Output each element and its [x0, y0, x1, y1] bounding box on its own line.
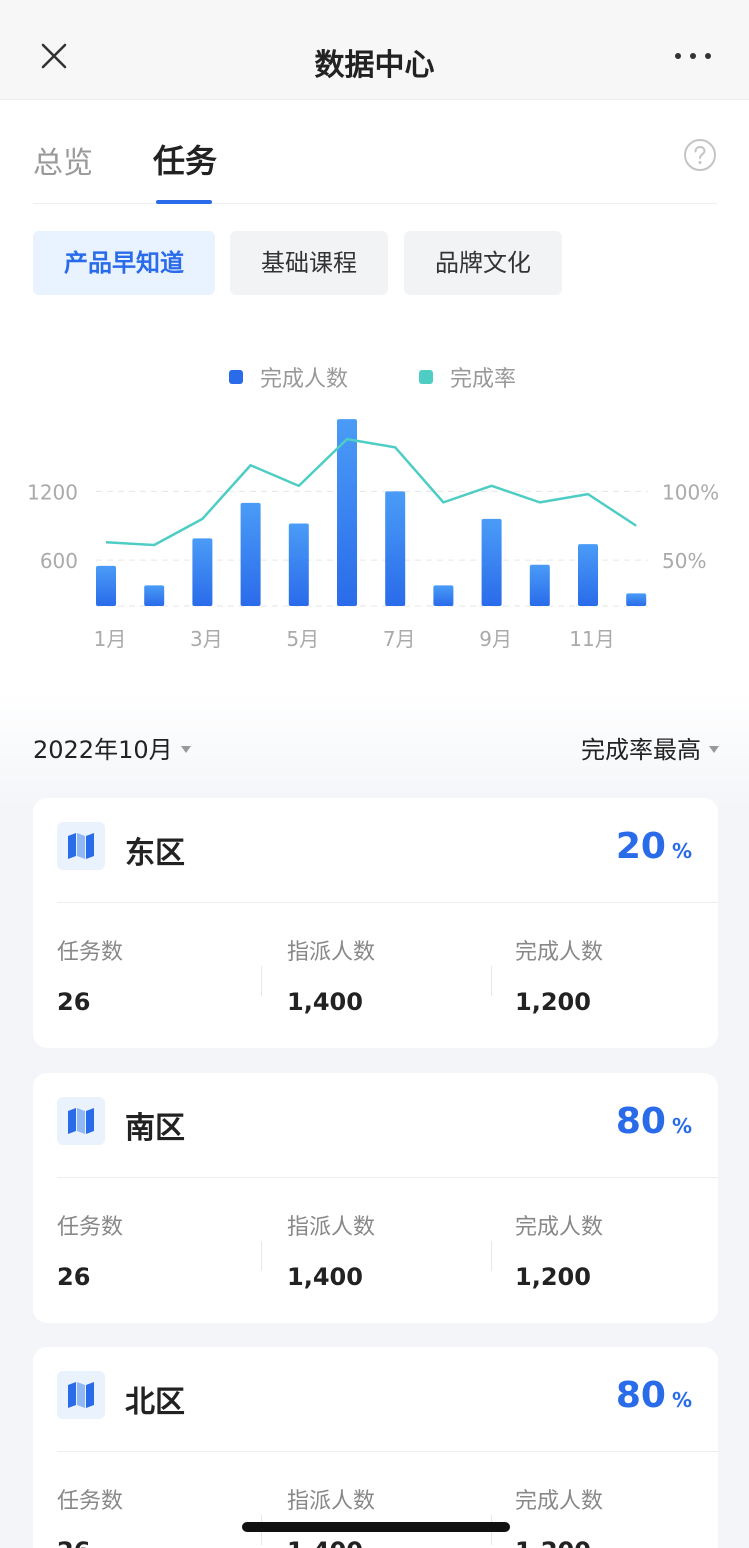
completion-rate: 80%	[616, 1375, 692, 1416]
bar	[240, 502, 261, 606]
stat-completed: 完成人数 1,200	[515, 1483, 603, 1548]
stat-label: 完成人数	[515, 1489, 604, 1514]
stat-completed: 完成人数 1,200	[515, 1209, 603, 1291]
bar	[578, 544, 598, 606]
divider	[491, 966, 492, 996]
bar	[192, 538, 213, 606]
stat-label: 指派人数	[287, 1215, 376, 1240]
bar	[288, 523, 309, 606]
page-title: 数据中心	[314, 48, 435, 83]
x-tick-label: 9月	[479, 627, 512, 651]
more-icon[interactable]	[673, 44, 713, 68]
stat-tasks: 任务数 26	[57, 934, 123, 1016]
stat-label: 指派人数	[287, 1489, 376, 1514]
stat-value: 1,400	[287, 1263, 363, 1291]
x-tick-label: 1月	[94, 627, 127, 651]
completion-rate: 80%	[616, 1101, 692, 1142]
legend-label-completed: 完成人数	[260, 367, 348, 392]
stat-value: 1,400	[287, 1537, 375, 1548]
stat-value: 1,200	[515, 1537, 603, 1548]
divider	[57, 1177, 718, 1178]
caret-down-icon	[180, 745, 191, 753]
stat-completed: 完成人数 1,200	[515, 934, 603, 1016]
x-tick-label: 11月	[569, 627, 614, 651]
rate-unit: %	[671, 839, 692, 863]
legend-swatch-rate	[419, 370, 433, 384]
divider	[491, 1241, 492, 1271]
map-icon	[57, 1097, 105, 1145]
y-tick-label-left: 600	[40, 549, 78, 573]
stat-tasks: 任务数 26	[57, 1483, 123, 1548]
bar	[144, 585, 165, 606]
y-tick-label-left: 1200	[27, 480, 78, 504]
stat-label: 任务数	[57, 1489, 124, 1514]
bar	[529, 564, 550, 606]
rate-value: 20	[615, 826, 666, 867]
y-tick-label-right: 100%	[662, 480, 719, 504]
legend-label-rate: 完成率	[450, 367, 516, 392]
caret-down-icon	[709, 745, 719, 753]
stat-label: 任务数	[57, 940, 124, 965]
rate-line	[105, 437, 637, 547]
tab-overview[interactable]: 总览	[33, 138, 93, 182]
x-tick-label: 3月	[190, 627, 223, 651]
nav-bar: 数据中心	[0, 0, 749, 100]
region-name: 东区	[125, 836, 185, 871]
divider	[57, 1451, 718, 1452]
x-tick-label: 5月	[286, 627, 319, 651]
y-tick-label-right: 50%	[662, 549, 706, 573]
stat-tasks: 任务数 26	[57, 1209, 123, 1291]
stat-value: 1,400	[287, 988, 363, 1016]
region-card[interactable]: 东区 20% 任务数 26 指派人数 1,400 完成人数 1,200	[33, 798, 718, 1048]
chip-basic-course[interactable]: 基础课程	[230, 231, 388, 295]
region-name: 南区	[125, 1111, 185, 1146]
stat-label: 完成人数	[515, 940, 604, 965]
rate-value: 80	[615, 1101, 666, 1142]
region-card[interactable]: 南区 80% 任务数 26 指派人数 1,400 完成人数 1,200	[33, 1073, 718, 1323]
bar	[481, 518, 502, 606]
region-name: 北区	[125, 1385, 185, 1420]
help-icon[interactable]	[683, 138, 717, 172]
tab-bar: 总览 任务	[33, 100, 717, 204]
bar	[385, 491, 406, 606]
bar	[433, 585, 454, 606]
chip-product-preview[interactable]: 产品早知道	[33, 231, 215, 295]
stat-value: 26	[57, 1263, 91, 1291]
stat-value: 1,200	[515, 1263, 591, 1291]
bar	[96, 565, 116, 606]
tab-task[interactable]: 任务	[153, 136, 217, 182]
completion-rate: 20%	[616, 826, 692, 867]
divider	[261, 1241, 262, 1271]
stat-assigned: 指派人数 1,400	[287, 934, 375, 1016]
stat-assigned: 指派人数 1,400	[287, 1483, 375, 1548]
region-card[interactable]: 北区 80% 任务数 26 指派人数 1,400 完成人数 1,200	[33, 1347, 718, 1548]
sort-filter[interactable]: 完成率最高	[581, 730, 719, 765]
month-filter-label: 2022年10月	[33, 736, 173, 764]
rate-unit: %	[671, 1114, 692, 1138]
map-icon	[57, 1371, 105, 1419]
stat-label: 任务数	[57, 1215, 124, 1240]
stat-value: 1,200	[515, 988, 591, 1016]
stat-value: 26	[57, 988, 91, 1016]
month-filter[interactable]: 2022年10月	[33, 730, 191, 765]
stat-label: 指派人数	[287, 940, 376, 965]
stat-assigned: 指派人数 1,400	[287, 1209, 375, 1291]
chip-brand-culture[interactable]: 品牌文化	[404, 231, 562, 295]
home-indicator	[242, 1522, 510, 1532]
x-tick-label: 7月	[383, 627, 416, 651]
sort-filter-label: 完成率最高	[581, 736, 701, 764]
rate-unit: %	[671, 1388, 692, 1412]
divider	[261, 966, 262, 996]
stat-label: 完成人数	[515, 1215, 604, 1240]
divider	[57, 902, 718, 903]
bar	[626, 593, 647, 606]
legend-swatch-completed	[229, 370, 243, 384]
rate-value: 80	[615, 1375, 666, 1416]
completion-chart: 完成人数 完成率 600 50% 1200 100% 1月 3月 5月 7月 9月 11月	[27, 367, 719, 651]
map-icon	[57, 822, 105, 870]
tab-active-indicator	[156, 200, 212, 204]
stat-value: 26	[57, 1537, 123, 1548]
